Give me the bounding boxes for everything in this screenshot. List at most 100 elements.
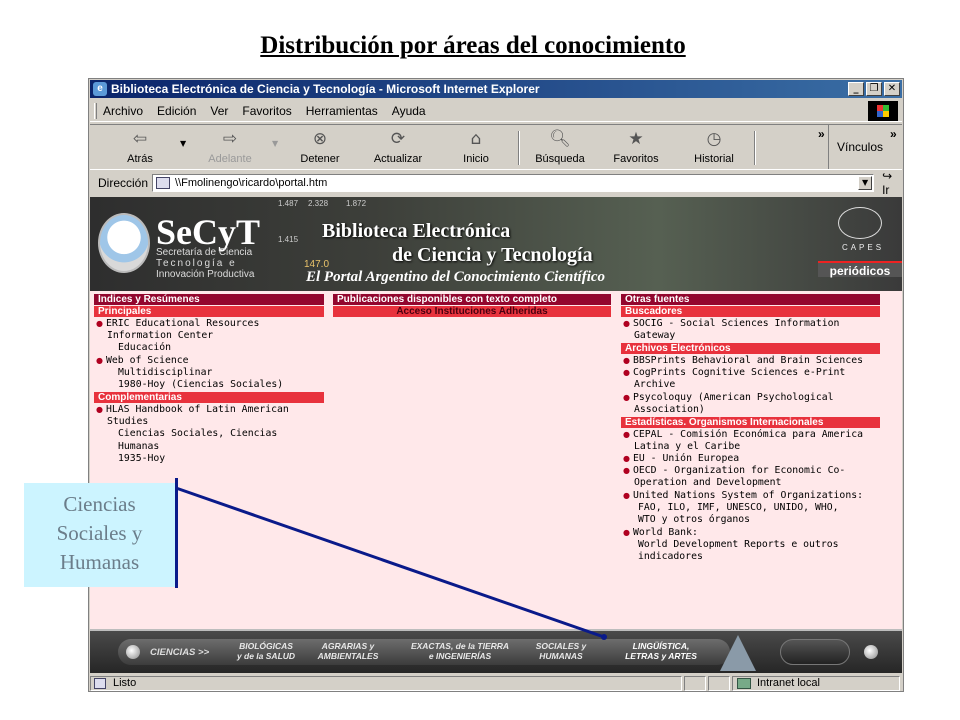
item-title: CEPAL - Comisión Económica para America [632,429,864,440]
toolbar-more-chevron-icon[interactable]: » [818,127,825,141]
search-button[interactable]: 🔍︎ Búsqueda [528,129,592,165]
archivos-header: Archivos Electrónicos [621,343,880,354]
item-title: World Bank: [632,527,698,538]
links-more-chevron-icon[interactable]: » [890,127,897,141]
nav-pill-button[interactable] [780,639,850,665]
address-input[interactable]: \\Fmolinengo\ricardo\portal.htm ▼ [152,174,875,192]
menu-favoritos[interactable]: Favoritos [242,104,291,118]
item-title: CogPrints Cognitive Sciences e-Print [632,367,846,378]
item-title-cont: Information Center [107,330,214,342]
refresh-icon: ⟳ [390,129,406,149]
list-item-bbsprints[interactable]: ● BBSPrints Behavioral and Brain Sciences [623,355,863,367]
nav-linguistica[interactable]: LINGÜÍSTICA, LETRAS y ARTES [606,641,716,665]
stop-label: Detener [300,153,340,165]
status-pane [684,675,706,691]
estadisticas-header: Estadísticas. Organismos Internacionales [621,417,880,428]
acceso-instituciones-link[interactable]: Acceso Instituciones Adheridas [333,306,611,317]
address-value: \\Fmolinengo\ricardo\portal.htm [175,177,328,189]
links-button[interactable]: Vínculos [828,125,898,169]
list-item-cepal[interactable]: ● CEPAL - Comisión Económica para America… [623,429,863,453]
nav-item-line: HUMANAS [539,651,583,661]
callout-line: Humanas [59,550,140,574]
list-item-eric[interactable]: ● ERIC Educational Resources Information … [96,318,259,355]
go-arrow-icon: ↪ [882,169,893,183]
list-item-hlas[interactable]: ● HLAS Handbook of Latin American Studies… [96,404,289,465]
search-icon: 🔍︎ [549,129,571,149]
item-detail: 1980-Hoy (Ciencias Sociales) [118,379,284,391]
back-arrow-icon: ⇦ [132,129,148,149]
menu-ver[interactable]: Ver [210,104,228,118]
bullet-icon: ● [96,405,103,414]
nav-ciencias-label: CIENCIAS >> [150,647,210,658]
secyt-subtitle: Secretaría de Ciencia Tecnología e Innov… [156,247,296,280]
address-dropdown-icon[interactable]: ▼ [858,176,873,190]
list-item-eu[interactable]: ● EU - Unión Europea [623,453,739,465]
go-button[interactable]: ↪ Ir [882,169,902,197]
status-main: Listo [90,675,682,691]
window-title: Biblioteca Electrónica de Ciencia y Tecn… [111,82,540,96]
nav-item-line: LINGÜÍSTICA, [632,641,690,651]
item-detail: Ciencias Sociales, Ciencias [118,428,278,440]
forward-button[interactable]: ⇨ Adelante [198,129,262,165]
item-title: SOCIG - Social Sciences Information [632,318,840,329]
close-button[interactable]: ✕ [884,82,900,96]
ie-icon: e [93,82,107,96]
nav-sociales[interactable]: SOCIALES y HUMANAS [526,641,596,665]
list-item-oecd[interactable]: ● OECD - Organization for Economic Co- Op… [623,465,845,489]
intranet-icon [737,677,751,689]
back-label: Atrás [127,153,153,165]
list-item-worldbank[interactable]: ● World Bank: World Development Reports e… [623,527,839,564]
status-zone: Intranet local [732,675,900,691]
menu-edicion[interactable]: Edición [157,104,196,118]
zone-text: Intranet local [757,676,820,689]
bullet-icon: ● [623,319,630,328]
stop-button[interactable]: ⊗ Detener [288,129,352,165]
item-title: Psycoloquy (American Psychological [632,392,834,403]
refresh-button[interactable]: ⟳ Actualizar [366,129,430,165]
nav-biologicas[interactable]: BIOLÓGICAS y de la SALUD [226,641,306,665]
list-item-cogprints[interactable]: ● CogPrints Cognitive Sciences e-Print Ar… [623,367,845,391]
list-item-psycoloquy[interactable]: ● Psycoloquy (American Psychological Asso… [623,392,834,416]
refresh-label: Actualizar [373,153,423,165]
toolbar: ⇦ Atrás ▼ ⇨ Adelante ▼ ⊗ Detener ⟳ Actua… [90,124,902,170]
history-icon: ◷ [706,129,722,149]
favorites-button[interactable]: ★ Favoritos [604,129,668,165]
home-label: Inicio [463,153,489,165]
back-dropdown-icon[interactable]: ▼ [180,139,186,148]
restore-button[interactable]: ❐ [866,82,882,96]
back-button[interactable]: ⇦ Atrás [108,129,172,165]
callout-box: Ciencias Sociales y Humanas [24,483,175,587]
minimize-button[interactable]: _ [848,82,864,96]
stop-icon: ⊗ [312,129,328,149]
menu-herramientas[interactable]: Herramientas [306,104,378,118]
menu-bar: Archivo Edición Ver Favoritos Herramient… [90,100,902,122]
home-button[interactable]: ⌂ Inicio [444,129,508,165]
list-item-wos[interactable]: ● Web of Science Multidisciplinar 1980-Ho… [96,355,283,392]
item-title: ERIC Educational Resources [105,318,260,329]
toolbar-separator [754,131,756,165]
item-detail: WTO y otros órganos [638,514,751,526]
list-item-un[interactable]: ● United Nations System of Organizations:… [623,490,863,527]
menu-archivo[interactable]: Archivo [103,104,143,118]
bullet-icon: ● [623,491,630,500]
secyt-sub-line: Innovación Productiva [156,269,255,280]
item-detail: 1935-Hoy [118,452,166,464]
item-detail: Multidisciplinar [118,367,213,379]
list-item-socig[interactable]: ● SOCIG - Social Sciences Information Gat… [623,318,839,342]
go-label: Ir [882,183,890,197]
forward-dropdown-icon[interactable]: ▼ [272,139,278,148]
library-title-line1: Biblioteca Electrónica [322,220,511,242]
menu-ayuda[interactable]: Ayuda [392,104,426,118]
indices-header: Índices y Resúmenes [94,294,324,305]
bullet-icon: ● [623,466,630,475]
forward-label: Adelante [208,153,252,165]
nav-exactas[interactable]: EXACTAS, de la TIERRA e INGENIERÍAS [398,641,522,665]
periodicos-link[interactable]: periódicos [818,261,902,278]
status-pane [708,675,730,691]
menu-grip[interactable] [94,102,97,119]
library-title-line2: de Ciencia y Tecnología [392,244,593,266]
history-button[interactable]: ◷ Historial [682,129,746,165]
nav-agrarias[interactable]: AGRARIAS y AMBIENTALES [310,641,386,665]
item-title: EU - Unión Europea [632,453,740,464]
nav-item-line: LETRAS y ARTES [625,651,697,661]
